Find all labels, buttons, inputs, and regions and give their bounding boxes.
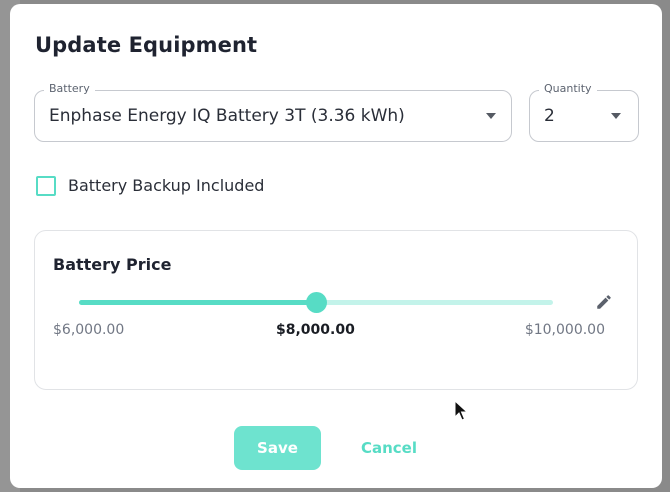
cancel-button[interactable]: Cancel [346,426,432,470]
battery-price-card: Battery Price $6,000.00 $8,000.00 $10,00… [34,230,638,390]
battery-backup-checkbox[interactable] [36,176,56,196]
price-current-label: $8,000.00 [276,322,355,338]
price-slider-thumb[interactable] [306,292,327,313]
update-equipment-modal: Update Equipment Battery Enphase Energy … [10,4,662,488]
price-slider[interactable] [79,292,553,313]
price-max-label: $10,000.00 [524,322,605,338]
chevron-down-icon [611,113,621,119]
price-slider-fill [79,300,316,305]
battery-select-label: Battery [44,82,95,95]
price-min-label: $6,000.00 [53,322,125,338]
pencil-icon[interactable] [595,293,613,311]
battery-backup-label: Battery Backup Included [68,176,265,195]
save-button[interactable]: Save [234,426,321,470]
battery-select[interactable]: Battery Enphase Energy IQ Battery 3T (3.… [34,82,512,142]
battery-select-value: Enphase Energy IQ Battery 3T (3.36 kWh) [49,106,405,126]
quantity-select[interactable]: Quantity 2 [529,82,639,142]
chevron-down-icon [486,113,496,119]
battery-price-title: Battery Price [53,255,172,274]
quantity-select-value: 2 [544,106,555,126]
modal-title: Update Equipment [35,33,258,57]
quantity-select-label: Quantity [539,82,597,95]
mouse-cursor-icon [454,400,468,421]
